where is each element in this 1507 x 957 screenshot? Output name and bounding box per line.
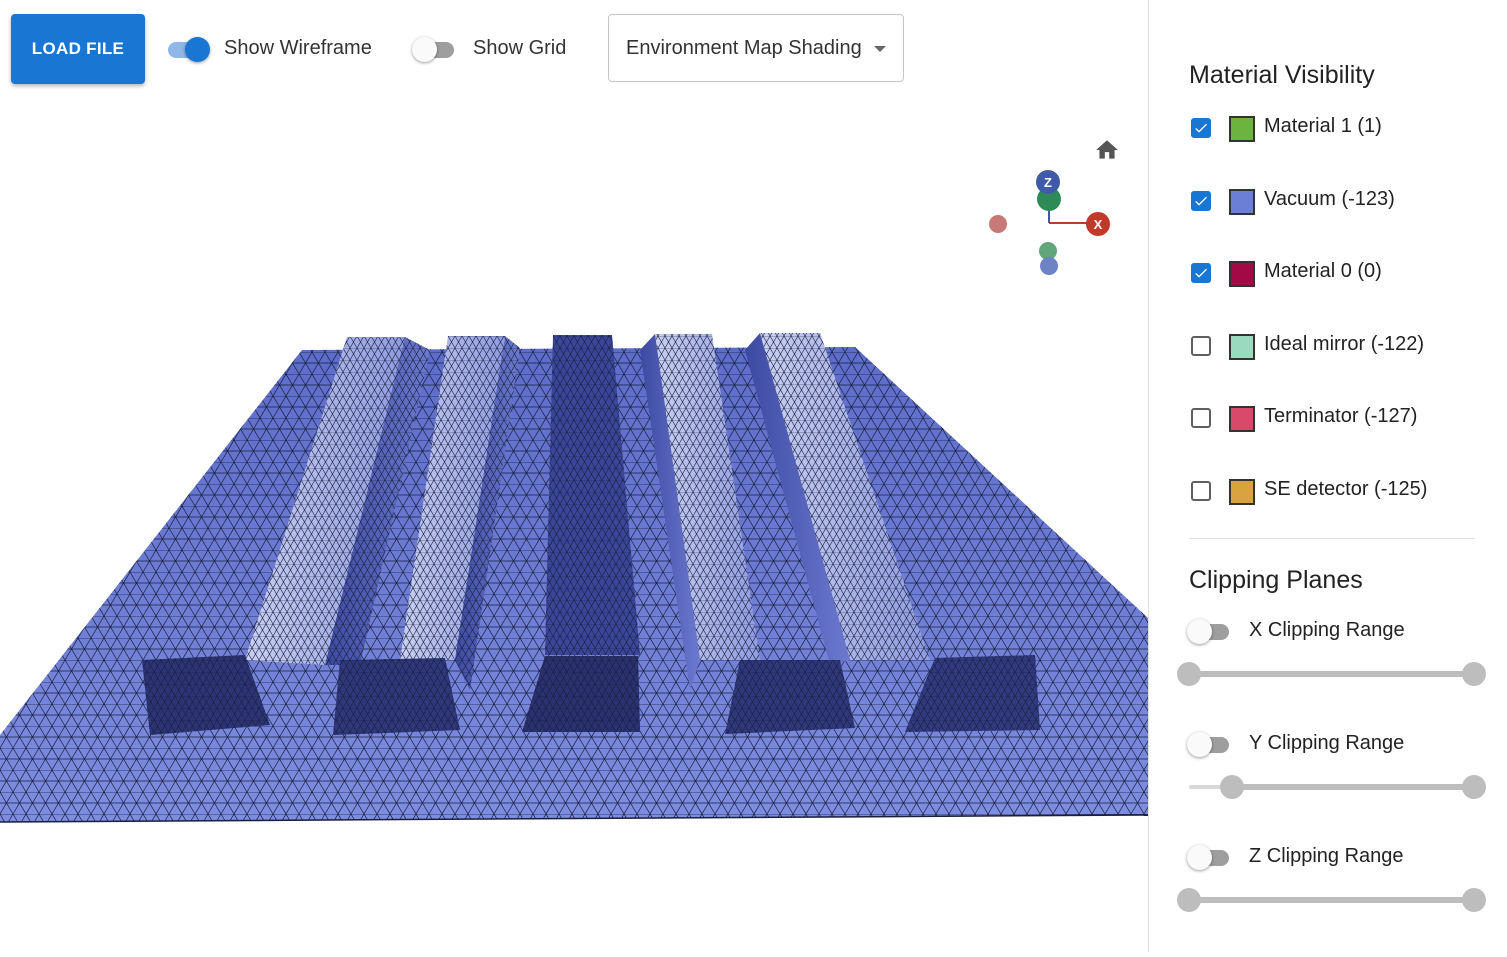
material-checkbox[interactable] [1191, 481, 1211, 501]
clipping-label: Z Clipping Range [1249, 845, 1404, 867]
slider-max-handle[interactable] [1462, 662, 1486, 686]
material-row[interactable]: Ideal mirror (-122) [1189, 332, 1489, 364]
slider-range [1189, 671, 1474, 677]
side-panel: Material Visibility Material 1 (1) Vacuum… [1148, 0, 1507, 952]
slider-min-handle[interactable] [1177, 888, 1201, 912]
material-color-swatch [1229, 479, 1255, 505]
chevron-down-icon [874, 46, 886, 52]
divider [1189, 538, 1475, 539]
material-row[interactable]: Material 1 (1) [1189, 114, 1489, 146]
clipping-toggle[interactable] [1187, 729, 1235, 759]
material-label: Material 0 (0) [1264, 260, 1382, 282]
wireframe-label: Show Wireframe [224, 37, 372, 59]
material-color-swatch [1229, 261, 1255, 287]
material-checkbox[interactable] [1191, 336, 1211, 356]
slider-range [1189, 897, 1474, 903]
shading-select[interactable]: Environment Map Shading [608, 14, 904, 82]
clipping-range-slider[interactable] [1177, 887, 1486, 913]
check-icon [1195, 123, 1207, 133]
material-visibility-title: Material Visibility [1189, 61, 1375, 89]
slider-max-handle[interactable] [1462, 888, 1486, 912]
clipping-range-slider[interactable] [1177, 661, 1486, 687]
slider-min-handle[interactable] [1219, 775, 1244, 799]
toggle-thumb [1187, 732, 1212, 757]
slider-range [1231, 784, 1474, 790]
material-label: Ideal mirror (-122) [1264, 333, 1425, 355]
material-row[interactable]: SE detector (-125) [1189, 477, 1489, 509]
toggle-thumb [412, 37, 437, 62]
toggle-thumb [185, 37, 210, 62]
material-color-swatch [1229, 334, 1255, 360]
material-row[interactable]: Material 0 (0) [1189, 259, 1489, 291]
material-color-swatch [1229, 116, 1255, 142]
load-file-button[interactable]: LOAD FILE [11, 14, 145, 84]
material-label: Terminator (-127) [1264, 405, 1418, 427]
material-label: SE detector (-125) [1264, 478, 1428, 500]
grid-toggle[interactable] [412, 34, 460, 64]
clipping-planes-title: Clipping Planes [1189, 566, 1363, 594]
material-checkbox[interactable] [1191, 191, 1211, 211]
axis-z-label: Z [1044, 175, 1052, 190]
check-icon [1195, 268, 1207, 278]
clipping-toggle[interactable] [1187, 616, 1235, 646]
clipping-toggle[interactable] [1187, 842, 1235, 872]
material-checkbox[interactable] [1191, 263, 1211, 283]
material-label: Vacuum (-123) [1264, 188, 1395, 210]
toggle-thumb [1187, 619, 1212, 644]
material-color-swatch [1229, 189, 1255, 215]
material-checkbox[interactable] [1191, 408, 1211, 428]
mesh-render [0, 333, 1149, 823]
clipping-label: X Clipping Range [1249, 619, 1405, 641]
check-icon [1195, 196, 1207, 206]
grid-label: Show Grid [473, 37, 567, 59]
material-row[interactable]: Terminator (-127) [1189, 404, 1489, 436]
axis-x-label: X [1094, 217, 1103, 232]
slider-max-handle[interactable] [1462, 775, 1486, 799]
axis-neg-z-dot [1040, 257, 1058, 275]
slider-min-handle[interactable] [1177, 662, 1201, 686]
shading-select-value: Environment Map Shading [626, 36, 862, 59]
home-icon[interactable] [1094, 137, 1120, 163]
material-checkbox[interactable] [1191, 118, 1211, 138]
3d-viewport[interactable]: Z X [0, 100, 1149, 952]
clipping-label: Y Clipping Range [1249, 732, 1405, 754]
axis-gizmo[interactable]: Z X [980, 165, 1120, 280]
material-color-swatch [1229, 406, 1255, 432]
clipping-range-slider[interactable] [1189, 774, 1486, 800]
axis-neg-x-dot [989, 215, 1007, 233]
wireframe-toggle[interactable] [164, 34, 212, 64]
material-row[interactable]: Vacuum (-123) [1189, 187, 1489, 219]
material-label: Material 1 (1) [1264, 115, 1382, 137]
toggle-thumb [1187, 845, 1212, 870]
